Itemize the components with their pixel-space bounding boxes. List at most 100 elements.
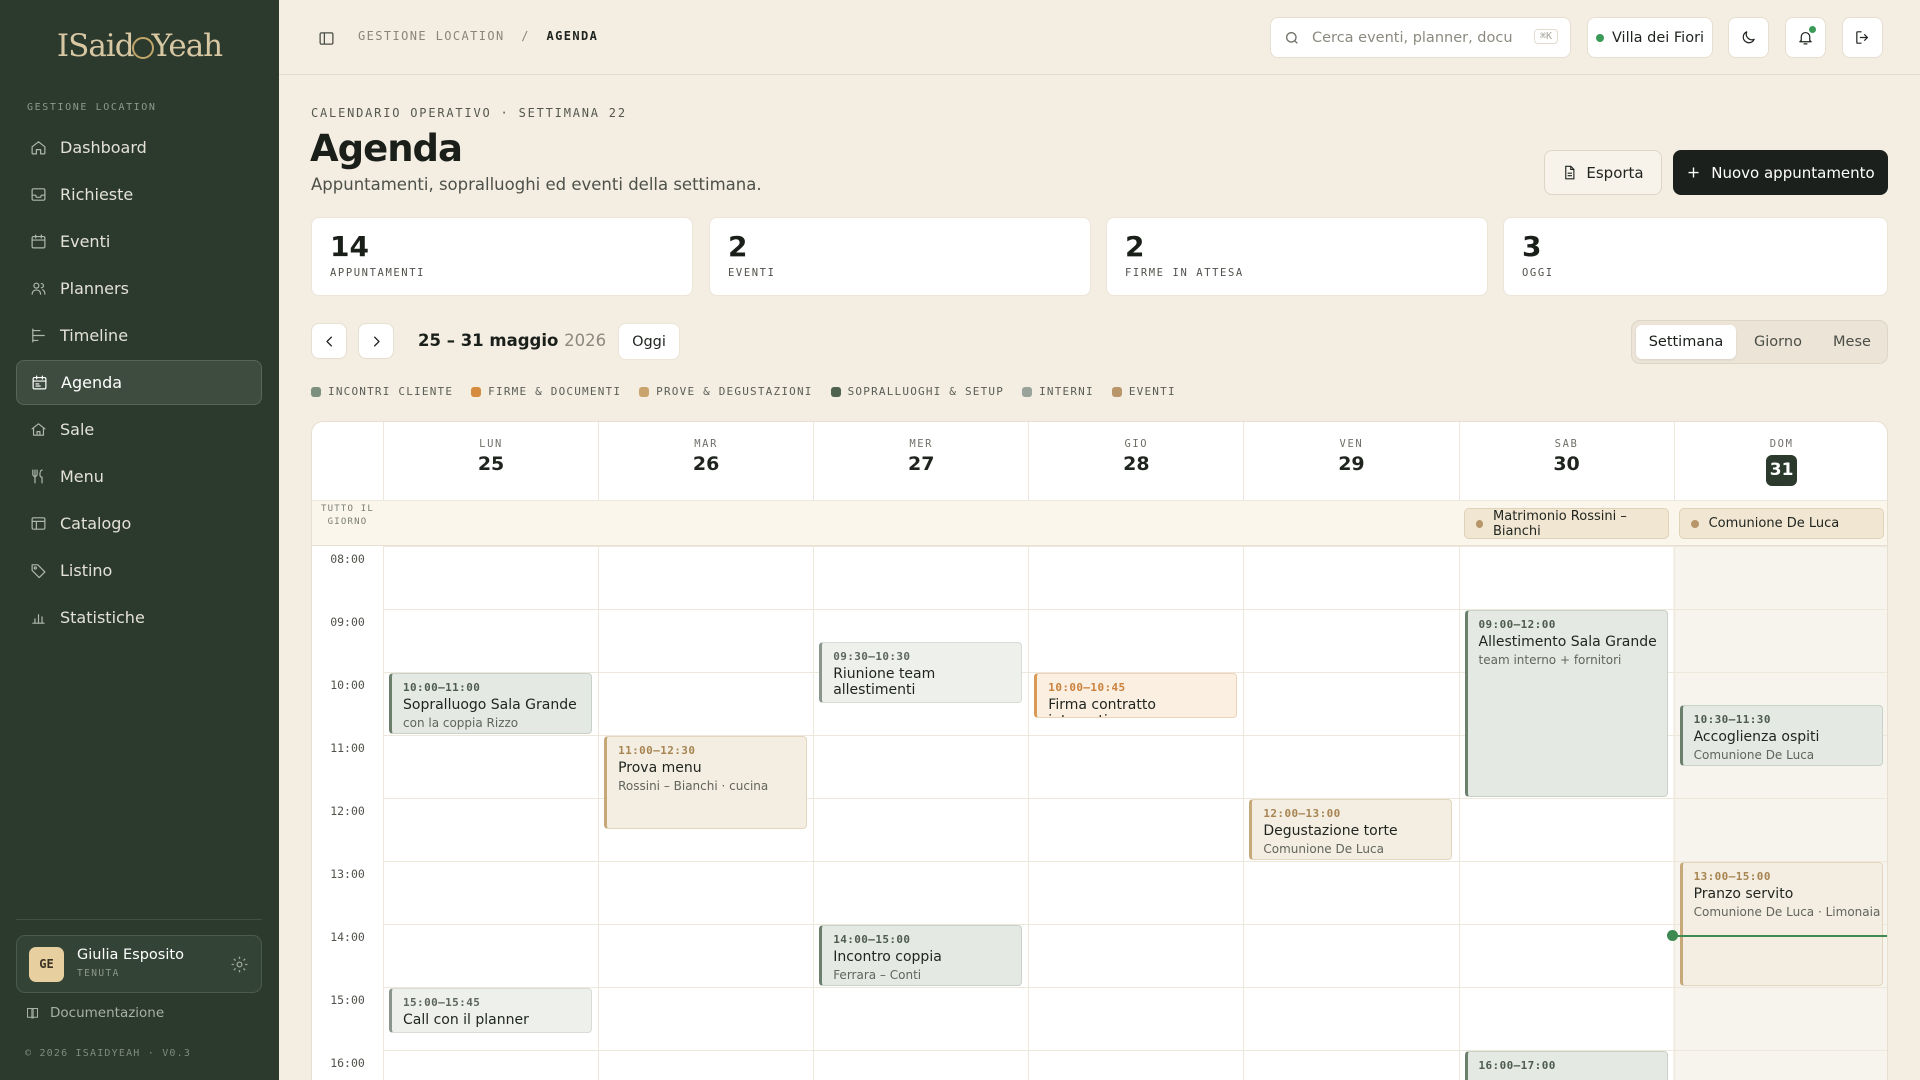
calendar-event[interactable]: 09:30–10:30 Riunione team allestimenti sta… [819,641,1023,703]
event-time: 10:30–11:30 [1693,712,1771,726]
day-date: 26 [692,453,720,475]
notification-dot [1809,26,1816,33]
sidebar-item-menu[interactable]: Menu [16,454,262,499]
app-logo[interactable]: ISaid Yeah [0,28,279,64]
hour-label: 15:00 [330,993,365,1007]
day-header-ven[interactable]: VEN 29 [1243,422,1458,500]
ring-icon [131,37,154,59]
calendar-event[interactable]: 10:00–11:00 Sopralluogo Sala Grande con la… [389,673,593,734]
hour-label: 10:00 [330,678,365,692]
sidebar-item-richieste[interactable]: Richieste [16,172,262,217]
event-title: Call con il planner [403,1012,529,1028]
event-title: Allestimento Sala Grande [1478,634,1657,650]
new-appointment-button[interactable]: Nuovo appuntamento [1673,150,1888,195]
export-button[interactable]: Esporta [1544,150,1662,195]
theme-toggle-button[interactable] [1728,17,1769,58]
calendar-event[interactable]: 13:00–15:00 Pranzo servito Comunione De Lu… [1679,862,1883,986]
sidebar-item-sale[interactable]: Sale [16,407,262,452]
calendar-event[interactable]: 09:00–12:00 Allestimento Sala Grande team … [1464,610,1668,797]
day-header-mar[interactable]: MAR 26 [598,422,813,500]
event-time: 13:00–15:00 [1693,870,1771,883]
day-name: LUN [479,438,503,450]
day-header-lun[interactable]: LUN 25 [383,422,598,500]
event-time: 12:00–13:00 [1263,807,1341,820]
event-dot [1690,519,1699,528]
sidebar-item-eventi[interactable]: Eventi [16,219,262,264]
week-calendar: TUTTO IL GIORNO LUN 25 MAR 26 MER 27 GIO 28 VEN 2… [311,421,1888,1080]
agenda-icon [32,375,47,390]
user-card[interactable]: GE Giulia Esposito TENUTA [16,935,262,993]
calendar-event[interactable]: 11:00–12:30 Prova menu Rossini – Bianchi ·… [604,736,808,829]
building-icon [31,423,46,436]
day-column-divider [1243,546,1245,1080]
day-header-mer[interactable]: MER 27 [813,422,1028,500]
sidebar-toggle-button[interactable] [315,27,337,49]
sidebar-item-statistiche[interactable]: Statistiche [16,595,262,640]
day-column-divider [383,546,384,1080]
legend-swatch [1111,386,1122,397]
calendar-event[interactable]: 14:00–15:00 Incontro coppia Ferrara – Cont… [819,925,1023,986]
event-subtitle: Ferrara – Conti [833,968,922,982]
sidebar-section-label: GESTIONE LOCATION [27,102,157,113]
day-date: 28 [1123,453,1150,475]
notifications-button[interactable] [1785,17,1826,58]
user-role: TENUTA [77,968,120,979]
venue-selector[interactable]: Villa dei Fiori [1587,17,1713,58]
day-header-sab[interactable]: SAB 30 [1458,422,1674,500]
event-subtitle: Rossini – Bianchi · cucina [618,779,769,793]
user-name: Giulia Esposito [77,947,184,963]
calendar-event[interactable]: 16:00–17:00 [1464,1051,1668,1080]
stat-card-appuntamenti: 14 APPUNTAMENTI [311,217,693,296]
view-week-tab[interactable]: Settimana [1636,325,1736,359]
day-column-divider [1458,546,1460,1080]
sidebar-item-planners[interactable]: Planners [16,266,262,311]
hour-label: 13:00 [330,867,365,881]
logout-button[interactable] [1842,17,1883,58]
day-name: DOM [1769,438,1794,450]
moon-icon [1742,31,1755,44]
sidebar-item-dashboard[interactable]: Dashboard [16,125,262,170]
page-title: Agenda [310,127,463,170]
hour-label: 08:00 [330,552,365,566]
prev-week-button[interactable] [311,323,347,359]
breadcrumb-parent[interactable]: GESTIONE LOCATION [358,29,505,43]
topbar: GESTIONE LOCATION / AGENDA ⌘K Villa dei … [279,0,1920,75]
breadcrumb: GESTIONE LOCATION / AGENDA [358,29,599,43]
view-month-tab[interactable]: Mese [1820,325,1884,359]
event-time: 14:00–15:00 [833,933,911,946]
legend-swatch [1022,386,1033,397]
event-time: 10:00–11:00 [403,681,481,694]
sidebar-item-catalogo[interactable]: Catalogo [16,501,262,546]
day-column-divider [813,546,815,1080]
docs-link[interactable]: Documentazione [25,1005,164,1021]
legend-swatch [639,386,650,397]
status-dot [1595,33,1604,42]
sidebar-nav: Dashboard Richieste Eventi Planners Time… [16,125,262,642]
sidebar-item-agenda[interactable]: Agenda [16,360,262,405]
day-header-gio[interactable]: GIO 28 [1028,422,1243,500]
calendar-event[interactable]: 10:00–10:45 Firma contratto integrativo [1034,673,1238,719]
today-button[interactable]: Oggi [618,323,680,360]
search-box[interactable]: ⌘K [1270,17,1571,58]
hour-gridline [383,924,1887,925]
next-week-button[interactable] [358,323,394,359]
day-header-dom[interactable]: DOM 31 [1673,422,1887,500]
calendar-event[interactable]: 15:00–15:45 Call con il planner [389,988,593,1034]
bar-chart-icon [32,614,45,624]
event-title: Incontro coppia [833,949,942,965]
view-day-tab[interactable]: Giorno [1738,325,1818,359]
legend-item: SOPRALLUOGHI & SETUP [830,385,1004,398]
hour-gridline [383,861,1887,862]
gear-icon[interactable] [230,955,249,974]
search-input[interactable] [1312,29,1512,46]
allday-event[interactable]: Comunione De Luca [1678,508,1884,539]
sidebar-item-timeline[interactable]: Timeline [16,313,262,358]
allday-event[interactable]: Matrimonio Rossini – Bianchi [1463,508,1669,539]
calendar-event[interactable]: 12:00–13:00 Degustazione torte Comunione D… [1249,799,1453,860]
day-date: 30 [1553,453,1580,475]
sidebar-item-listino[interactable]: Listino [16,548,262,593]
calendar-event[interactable]: 10:30–11:30 Accoglienza ospiti Comunione D… [1679,704,1883,766]
legend-item: INCONTRI CLIENTE [311,385,453,398]
users-icon [31,282,46,295]
day-name: MER [909,438,934,450]
